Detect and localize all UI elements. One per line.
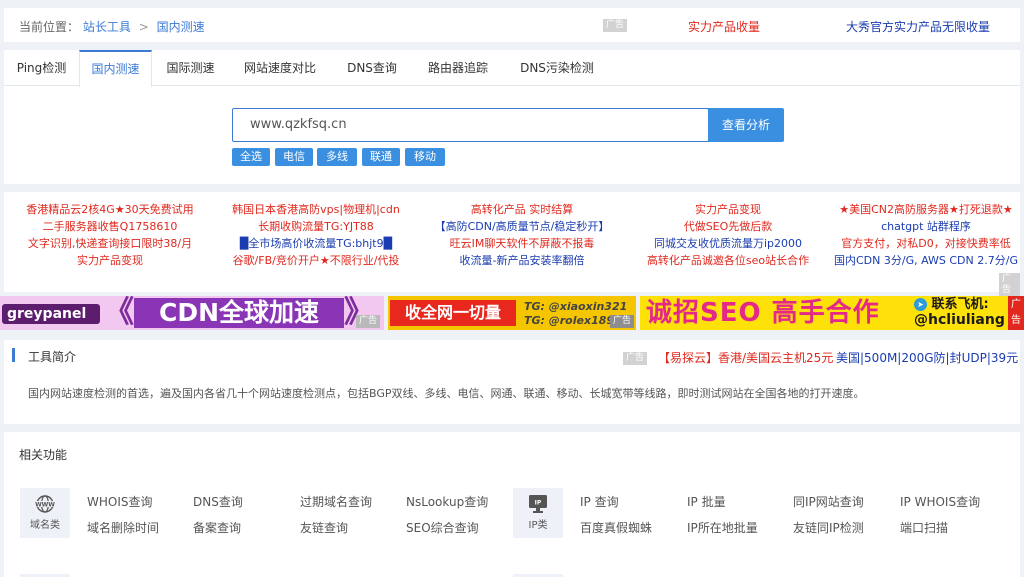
text-ad-link[interactable]: 韩国日本香港高防vps|物理机|cdn: [216, 202, 416, 218]
text-ads-panel: 香港精品云2核4G★30天免费试用 二手服务器收售Q1758610 文字识别,快…: [4, 192, 1020, 297]
filter-multiline-button[interactable]: 多线: [317, 148, 357, 166]
tab-ping[interactable]: Ping检测: [4, 50, 79, 86]
ad-tag: 广告: [623, 352, 648, 365]
expired-domain-link[interactable]: 过期域名查询: [300, 493, 372, 510]
text-ad-link[interactable]: 香港精品云2核4G★30天免费试用: [10, 202, 210, 218]
breadcrumb-home-link[interactable]: 站长工具: [83, 20, 131, 34]
friend-link-query-link[interactable]: 友链查询: [300, 519, 348, 536]
same-ip-site-link[interactable]: 同IP网站查询: [793, 493, 864, 510]
text-ad-link[interactable]: █全市场高价收流量TG:bhjt9█: [216, 236, 416, 252]
ad-tag: 广告: [355, 315, 380, 328]
friend-link-same-ip-link[interactable]: 友链同IP检测: [793, 519, 864, 536]
section-marker: [12, 348, 15, 362]
cdn-banner-ad[interactable]: greypanel 《 CDN全球加速 》 广告: [0, 296, 384, 330]
text-ad-link[interactable]: 同城交友收优质流量万ip2000: [628, 236, 828, 252]
breadcrumb-bar: 当前位置： 站长工具 > 国内测速 广告 实力产品收量 大秀官方实力产品无限收量: [4, 8, 1020, 42]
traffic-banner-text: 收全网一切量: [390, 300, 516, 326]
filter-unicom-button[interactable]: 联通: [362, 148, 400, 166]
whois-link[interactable]: WHOIS查询: [87, 493, 153, 510]
seo-query-link[interactable]: SEO综合查询: [406, 519, 479, 536]
banner-contact-text: TG: @rolex1899: [524, 314, 622, 327]
text-ad-link[interactable]: 官方支付，对私D0，对接快费率低: [832, 236, 1020, 252]
domain-category[interactable]: WWW 域名类: [20, 488, 70, 538]
breadcrumb-separator: >: [138, 20, 149, 34]
port-scan-link[interactable]: 端口扫描: [900, 519, 948, 536]
breadcrumb-label: 当前位置：: [19, 20, 80, 34]
nslookup-link[interactable]: NsLookup查询: [406, 493, 488, 510]
intro-ad-link[interactable]: 美国|500M|200G防|封UDP|39元: [836, 349, 1018, 366]
chevron-left-icon: 《: [104, 296, 134, 330]
domain-icon-text: WWW: [35, 501, 55, 508]
tab-domestic-speed[interactable]: 国内测速: [79, 50, 152, 87]
text-ad-link[interactable]: 实力产品变现: [10, 253, 210, 269]
ad-tag: 广告: [999, 273, 1020, 297]
related-functions-panel: 相关功能 WWW 域名类 WHOIS查询 DNS查询 过期域名查询 NsLook…: [4, 432, 1020, 577]
text-ad-link[interactable]: chatgpt 站群程序: [832, 219, 1020, 235]
ip-whois-link[interactable]: IP WHOIS查询: [900, 493, 980, 510]
seo-banner-text: 诚招SEO 高手合作: [646, 298, 880, 328]
ip-location-batch-link[interactable]: IP所在地批量: [687, 519, 758, 536]
monitor-icon: IP: [529, 495, 547, 513]
ip-batch-link[interactable]: IP 批量: [687, 493, 726, 510]
tool-tabs: Ping检测 国内测速 国际测速 网站速度对比 DNS查询 路由器追踪 DNS污…: [4, 50, 1020, 87]
text-ad-link[interactable]: 长期收购流量TG:YJT88: [216, 219, 416, 235]
header-ad-link[interactable]: 大秀官方实力产品无限收量: [846, 18, 990, 35]
seo-banner-ad[interactable]: 诚招SEO 高手合作 ➤ 联系飞机: @hcliuliang 广告: [640, 296, 1024, 330]
breadcrumb: 当前位置： 站长工具 > 国内测速: [19, 18, 205, 35]
baidu-spider-link[interactable]: 百度真假蜘蛛: [580, 519, 652, 536]
cdn-banner-text: CDN全球加速: [134, 298, 344, 328]
tab-dns-query[interactable]: DNS查询: [331, 50, 413, 86]
breadcrumb-current-link[interactable]: 国内测速: [157, 20, 205, 34]
filter-telecom-button[interactable]: 电信: [275, 148, 313, 166]
ip-query-link[interactable]: IP 查询: [580, 493, 619, 510]
header-ad-link[interactable]: 实力产品收量: [688, 18, 760, 35]
domain-delete-time-link[interactable]: 域名删除时间: [87, 519, 159, 536]
ip-icon-text: IP: [535, 500, 542, 507]
text-ad-link[interactable]: 代做SEO先做后款: [628, 219, 828, 235]
banner-contact-text: 联系飞机:: [931, 297, 989, 312]
tool-panel: Ping检测 国内测速 国际测速 网站速度对比 DNS查询 路由器追踪 DNS污…: [4, 50, 1020, 184]
text-ad-link[interactable]: 高转化产品诚邀各位seo站长合作: [628, 253, 828, 269]
text-ad-link[interactable]: 谷歌/FB/竞价开户★不限行业/代投: [216, 253, 416, 269]
tab-dns-pollution[interactable]: DNS污染检测: [503, 50, 611, 86]
url-input[interactable]: www.qzkfsq.cn: [232, 108, 709, 142]
text-ad-link[interactable]: ★美国CN2高防服务器★打死退款★: [832, 202, 1020, 218]
text-ad-link[interactable]: 高转化产品 实时结算: [422, 202, 622, 218]
text-ad-link[interactable]: 收流量-新产品安装率翻倍: [422, 253, 622, 269]
tab-traceroute[interactable]: 路由器追踪: [413, 50, 503, 86]
globe-icon: WWW: [35, 495, 55, 513]
ad-tag: 广告: [603, 19, 628, 32]
text-ad-link[interactable]: 旺云IM聊天软件不屏蔽不报毒: [422, 236, 622, 252]
banner-contact-text: TG: @xiaoxin321: [524, 300, 628, 313]
related-title: 相关功能: [19, 448, 68, 462]
ad-tag: 广告: [609, 315, 634, 328]
analyze-button[interactable]: 查看分析: [708, 108, 784, 142]
text-ad-link[interactable]: 【高防CDN/高质量节点/稳定秒开】: [422, 219, 622, 235]
filter-all-button[interactable]: 全选: [232, 148, 270, 166]
tab-site-speed-compare[interactable]: 网站速度对比: [229, 50, 331, 86]
dns-query-link[interactable]: DNS查询: [193, 493, 243, 510]
tab-international-speed[interactable]: 国际测速: [152, 50, 229, 86]
icp-query-link[interactable]: 备案查询: [193, 519, 241, 536]
text-ad-link[interactable]: 文字识别,快递查询接口限时38/月: [10, 236, 210, 252]
banner-contact-text: @hcliuliang: [914, 312, 1005, 328]
intro-description: 国内网站速度检测的首选，遍及国内各省几十个网站速度检测点，包括BGP双线、多线、…: [28, 387, 865, 400]
traffic-banner-ad[interactable]: 收全网一切量 TG: @xiaoxin321 TG: @rolex1899 广告: [388, 296, 636, 330]
ad-tag: 广告: [1008, 296, 1024, 330]
intro-ad-link[interactable]: 【易探云】香港/美国云主机25元: [658, 349, 833, 366]
telegram-icon: ➤: [914, 298, 927, 311]
greypanel-logo: greypanel: [2, 304, 100, 324]
text-ad-link[interactable]: 国内CDN 3分/G, AWS CDN 2.7分/G: [832, 253, 1020, 269]
ip-category[interactable]: IP IP类: [513, 488, 563, 538]
intro-title: 工具简介: [28, 350, 77, 364]
tool-intro-panel: 工具简介 广告 【易探云】香港/美国云主机25元 美国|500M|200G防|封…: [4, 340, 1020, 424]
ip-category-label: IP类: [528, 520, 548, 531]
filter-mobile-button[interactable]: 移动: [405, 148, 445, 166]
domain-category-label: 域名类: [30, 520, 60, 531]
text-ad-link[interactable]: 实力产品变现: [628, 202, 828, 218]
text-ad-link[interactable]: 二手服务器收售Q1758610: [10, 219, 210, 235]
